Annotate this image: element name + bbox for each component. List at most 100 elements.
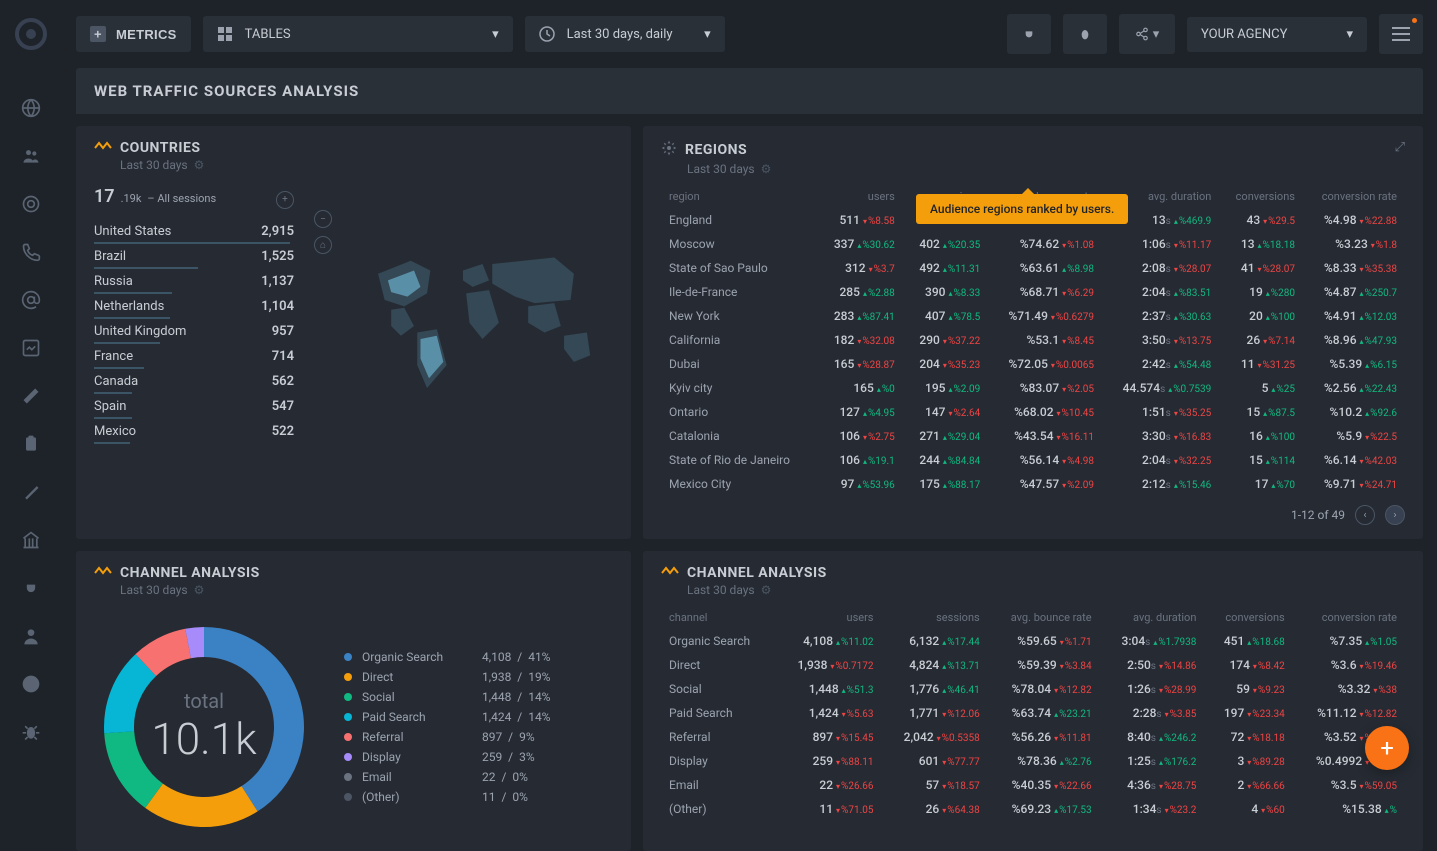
metrics-button[interactable]: + METRICS (76, 16, 191, 52)
table-row[interactable]: (Other) 11 %71.05 26 %64.38 %69.23 %17.5… (663, 798, 1403, 820)
chevron-down-icon: ▾ (492, 27, 499, 42)
agency-select[interactable]: YOUR AGENCY ▾ (1187, 17, 1367, 52)
next-page-button[interactable]: › (1385, 505, 1405, 525)
gear-icon[interactable]: ⚙ (761, 583, 772, 597)
gear-icon[interactable] (661, 140, 677, 160)
fab-add-button[interactable]: + (1365, 726, 1409, 770)
table-row[interactable]: Catalonia 106 %2.75 271 %29.04 %43.54 %1… (663, 425, 1403, 447)
table-row[interactable]: Kyiv city 165 %0 195 %2.09 %83.07 %2.05 … (663, 377, 1403, 399)
legend-item[interactable]: (Other)11 / 0% (344, 790, 550, 804)
country-row[interactable]: Canada562 (94, 369, 294, 394)
target-icon[interactable] (21, 194, 41, 214)
table-row[interactable]: Display 259 %88.11 601 %77.77 %78.36 %2.… (663, 750, 1403, 772)
plug-button[interactable] (1007, 14, 1051, 54)
bank-icon[interactable] (21, 530, 41, 550)
table-row[interactable]: New York 283 %87.41 407 %78.5 %71.49 %0.… (663, 305, 1403, 327)
topbar: + METRICS TABLES ▾ Last 30 days, daily ▾… (76, 14, 1423, 54)
country-row[interactable]: Russia1,137 (94, 269, 294, 294)
column-header[interactable]: conversions (1219, 186, 1301, 207)
wand-icon[interactable] (21, 482, 41, 502)
panel-title: COUNTRIES (120, 140, 200, 156)
country-row[interactable]: Brazil1,525 (94, 244, 294, 269)
legend-item[interactable]: Social1,448 / 14% (344, 690, 550, 704)
legend-item[interactable]: Paid Search1,424 / 14% (344, 710, 550, 724)
column-header[interactable]: sessions (881, 607, 985, 628)
countries-panel: COUNTRIES Last 30 days⚙ 17.19k – All ses… (76, 126, 631, 539)
panel-title: REGIONS (685, 142, 747, 158)
country-total: 17.19k – All sessions + (94, 186, 294, 209)
table-row[interactable]: Email 22 %26.66 57 %18.57 %40.35 %22.66 … (663, 774, 1403, 796)
table-row[interactable]: Organic Search 4,108 %11.02 6,132 %17.44… (663, 630, 1403, 652)
daterange-select[interactable]: Last 30 days, daily ▾ (525, 16, 725, 52)
table-row[interactable]: Referral 897 %15.45 2,042 %0.5358 %56.26… (663, 726, 1403, 748)
column-header[interactable]: users (817, 186, 901, 207)
table-row[interactable]: California 182 %32.08 290 %37.22 %53.1 %… (663, 329, 1403, 351)
country-row[interactable]: United States2,915 (94, 219, 294, 244)
donut-legend: Organic Search4,108 / 41% Direct1,938 / 1… (344, 650, 550, 804)
country-row[interactable]: France714 (94, 344, 294, 369)
table-row[interactable]: Direct 1,938 %0.7172 4,824 %13.71 %59.39… (663, 654, 1403, 676)
country-row[interactable]: Netherlands1,104 (94, 294, 294, 319)
info-icon[interactable] (21, 674, 41, 694)
chevron-down-icon: ▾ (704, 27, 711, 42)
zoom-out-button[interactable]: − (314, 210, 332, 228)
legend-item[interactable]: Email22 / 0% (344, 770, 550, 784)
column-header[interactable]: avg. bounce rate (988, 607, 1098, 628)
column-header[interactable]: conversion rate (1293, 607, 1403, 628)
page-title: WEB TRAFFIC SOURCES ANALYSIS (76, 68, 1423, 114)
world-map[interactable] (352, 186, 613, 466)
table-row[interactable]: Dubai 165 %28.87 204 %35.23 %72.05 %0.00… (663, 353, 1403, 375)
users-icon[interactable] (21, 146, 41, 166)
column-header[interactable]: conversion rate (1303, 186, 1403, 207)
column-header[interactable]: region (663, 186, 815, 207)
plus-icon: + (90, 26, 106, 42)
table-row[interactable]: Ontario 127 %4.95 147 %2.64 %68.02 %10.4… (663, 401, 1403, 423)
country-list: 17.19k – All sessions + United States2,9… (94, 186, 294, 466)
country-row[interactable]: United Kingdom957 (94, 319, 294, 344)
home-button[interactable]: ⌂ (314, 236, 332, 254)
edit-icon[interactable] (21, 386, 41, 406)
table-row[interactable]: State of Sao Paulo 312 %3.7 492 %11.31 %… (663, 257, 1403, 279)
user-icon[interactable] (21, 626, 41, 646)
at-icon[interactable] (21, 290, 41, 310)
table-row[interactable]: Social 1,448 %51.3 1,776 %46.41 %78.04 %… (663, 678, 1403, 700)
table-row[interactable]: State of Rio de Janeiro 106 %19.1 244 %8… (663, 449, 1403, 471)
zoom-in-button[interactable]: + (276, 191, 294, 209)
table-row[interactable]: Paid Search 1,424 %5.63 1,771 %12.06 %63… (663, 702, 1403, 724)
legend-item[interactable]: Display259 / 3% (344, 750, 550, 764)
tooltip: Audience regions ranked by users. (916, 194, 1128, 224)
gear-icon[interactable]: ⚙ (194, 158, 205, 172)
column-header[interactable]: users (775, 607, 879, 628)
zigzag-icon (94, 565, 112, 581)
clock-icon (539, 26, 555, 42)
table-row[interactable]: Ile-de-France 285 %2.88 390 %8.33 %68.71… (663, 281, 1403, 303)
gear-icon[interactable]: ⚙ (194, 583, 205, 597)
legend-item[interactable]: Organic Search4,108 / 41% (344, 650, 550, 664)
channel-donut-panel: CHANNEL ANALYSIS Last 30 days⚙ total 10.… (76, 551, 631, 851)
bug-icon[interactable] (21, 722, 41, 742)
prev-page-button[interactable]: ‹ (1355, 505, 1375, 525)
legend-item[interactable]: Referral897 / 9% (344, 730, 550, 744)
column-header[interactable]: avg. duration (1100, 607, 1203, 628)
gear-icon[interactable]: ⚙ (761, 162, 772, 176)
bug-button[interactable] (1063, 14, 1107, 54)
column-header[interactable]: conversions (1204, 607, 1290, 628)
menu-button[interactable] (1379, 14, 1423, 54)
table-row[interactable]: Mexico City 97 %53.96 175 %88.17 %47.57 … (663, 473, 1403, 495)
panel-title: CHANNEL ANALYSIS (687, 565, 827, 581)
country-row[interactable]: Mexico522 (94, 419, 294, 444)
zigzag-icon (661, 565, 679, 581)
table-row[interactable]: Moscow 337 %30.62 402 %20.35 %74.62 %1.0… (663, 233, 1403, 255)
tables-select[interactable]: TABLES ▾ (203, 16, 513, 52)
legend-item[interactable]: Direct1,938 / 19% (344, 670, 550, 684)
globe-icon[interactable] (21, 98, 41, 118)
regions-table: regionuserssessionsbounce rateavg. durat… (661, 184, 1405, 497)
column-header[interactable]: channel (663, 607, 773, 628)
plug-icon[interactable] (21, 578, 41, 598)
expand-icon[interactable]: ⤢ (1395, 140, 1405, 155)
share-button[interactable]: ▾ (1119, 14, 1175, 54)
country-row[interactable]: Spain547 (94, 394, 294, 419)
phone-icon[interactable] (21, 242, 41, 262)
chart-icon[interactable] (21, 338, 41, 358)
clipboard-icon[interactable] (21, 434, 41, 454)
